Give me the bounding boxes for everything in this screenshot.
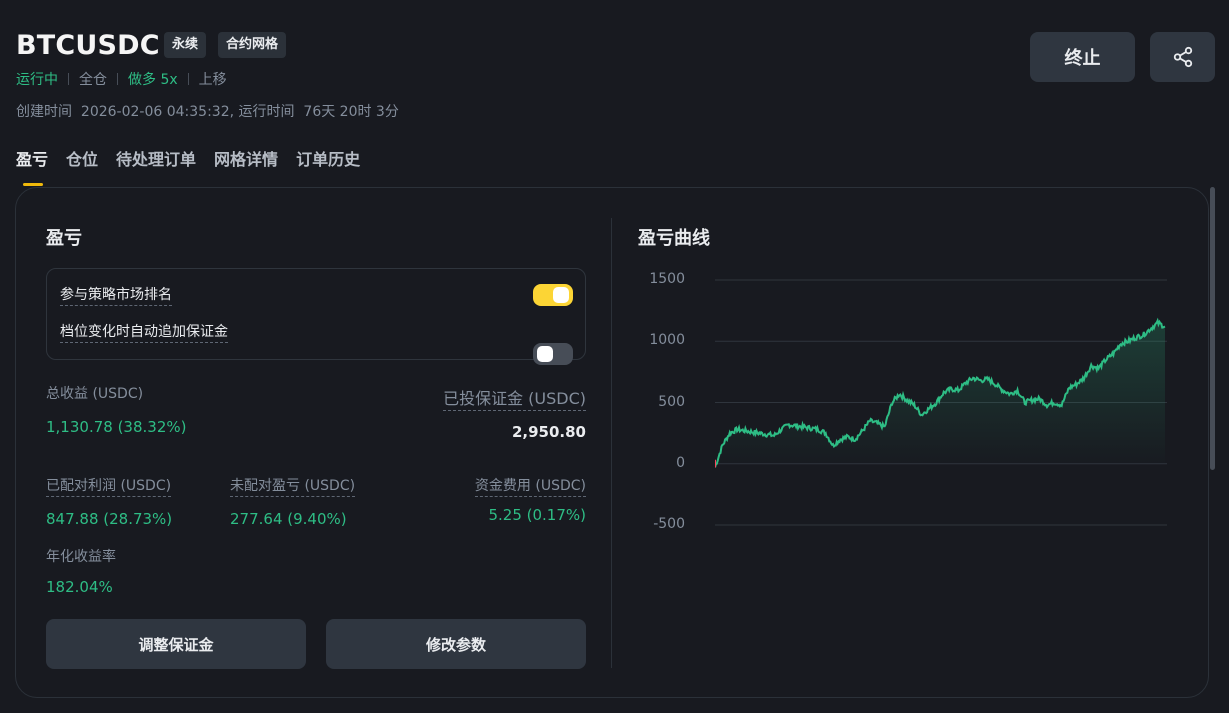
total-profit-value: 1,130.78 (38.32%) <box>46 418 187 436</box>
share-button[interactable] <box>1150 32 1215 82</box>
y-tick-label: 1000 <box>649 332 685 349</box>
badge-perpetual: 永续 <box>164 32 207 58</box>
tab-position[interactable]: 仓位 <box>66 146 98 178</box>
total-profit-label: 总收益 (USDC) <box>46 386 144 402</box>
invested-margin-label: 已投保证金 (USDC) <box>443 385 586 411</box>
created-label: 创建时间 <box>16 104 72 120</box>
apr-value: 182.04% <box>46 578 113 596</box>
matched-profit-label: 已配对利润 (USDC) <box>46 475 172 497</box>
trend-label: 上移 <box>198 72 227 88</box>
divider <box>68 73 69 85</box>
toggle-margin-switch[interactable] <box>533 343 573 365</box>
toggle-box <box>46 268 586 360</box>
direction-leverage: 做多 5x <box>128 72 178 88</box>
modify-params-button[interactable]: 修改参数 <box>326 619 586 669</box>
stop-button[interactable]: 终止 <box>1030 32 1135 82</box>
toggle-rank-label: 参与策略市场排名 <box>60 284 172 306</box>
section-divider <box>611 218 612 668</box>
y-tick-label: 500 <box>658 393 685 410</box>
matched-profit-value: 847.88 (28.73%) <box>46 510 173 528</box>
adjust-margin-button[interactable]: 调整保证金 <box>46 619 306 669</box>
toggle-rank-switch[interactable] <box>533 284 573 306</box>
unmatched-pnl-label: 未配对盈亏 (USDC) <box>230 475 356 497</box>
toggle-margin-label: 档位变化时自动追加保证金 <box>60 321 228 343</box>
share-icon <box>1173 46 1192 68</box>
pnl-area <box>715 320 1165 468</box>
invested-margin-value: 2,950.80 <box>511 423 586 441</box>
margin-mode: 全仓 <box>79 72 107 88</box>
y-tick-label: 0 <box>676 454 685 471</box>
runtime-value: 76天 20时 3分 <box>303 104 399 120</box>
chart-title: 盈亏曲线 <box>638 228 710 249</box>
switch-knob <box>553 287 569 303</box>
status-row: 运行中 全仓 做多 5x 上移 <box>16 69 227 89</box>
pnl-section-title: 盈亏 <box>46 228 82 249</box>
funding-fee-value: 5.25 (0.17%) <box>488 506 586 524</box>
created-row: 创建时间 2026-02-06 04:35:32, 运行时间 76天 20时 3… <box>16 101 399 121</box>
pnl-chart <box>715 279 1167 526</box>
status-running: 运行中 <box>16 72 58 88</box>
badge-grid: 合约网格 <box>218 32 287 58</box>
tab-pnl[interactable]: 盈亏 <box>16 146 48 186</box>
unmatched-pnl-value: 277.64 (9.40%) <box>230 510 347 528</box>
tab-grid-details[interactable]: 网格详情 <box>214 146 278 178</box>
tab-bar: 盈亏 仓位 待处理订单 网格详情 订单历史 <box>16 146 378 186</box>
tab-order-history[interactable]: 订单历史 <box>296 146 360 178</box>
divider <box>117 73 118 85</box>
created-value: 2026-02-06 04:35:32, 运行时间 <box>80 104 295 120</box>
apr-label: 年化收益率 <box>46 549 116 565</box>
tab-pending-orders[interactable]: 待处理订单 <box>116 146 196 178</box>
symbol-title: BTCUSDC <box>16 30 160 61</box>
y-tick-label: 1500 <box>649 271 685 287</box>
divider <box>187 73 189 85</box>
funding-fee-label: 资金费用 (USDC) <box>474 475 586 497</box>
y-tick-label: -500 <box>653 516 685 532</box>
scrollbar[interactable] <box>1210 187 1215 470</box>
switch-knob <box>537 346 553 362</box>
